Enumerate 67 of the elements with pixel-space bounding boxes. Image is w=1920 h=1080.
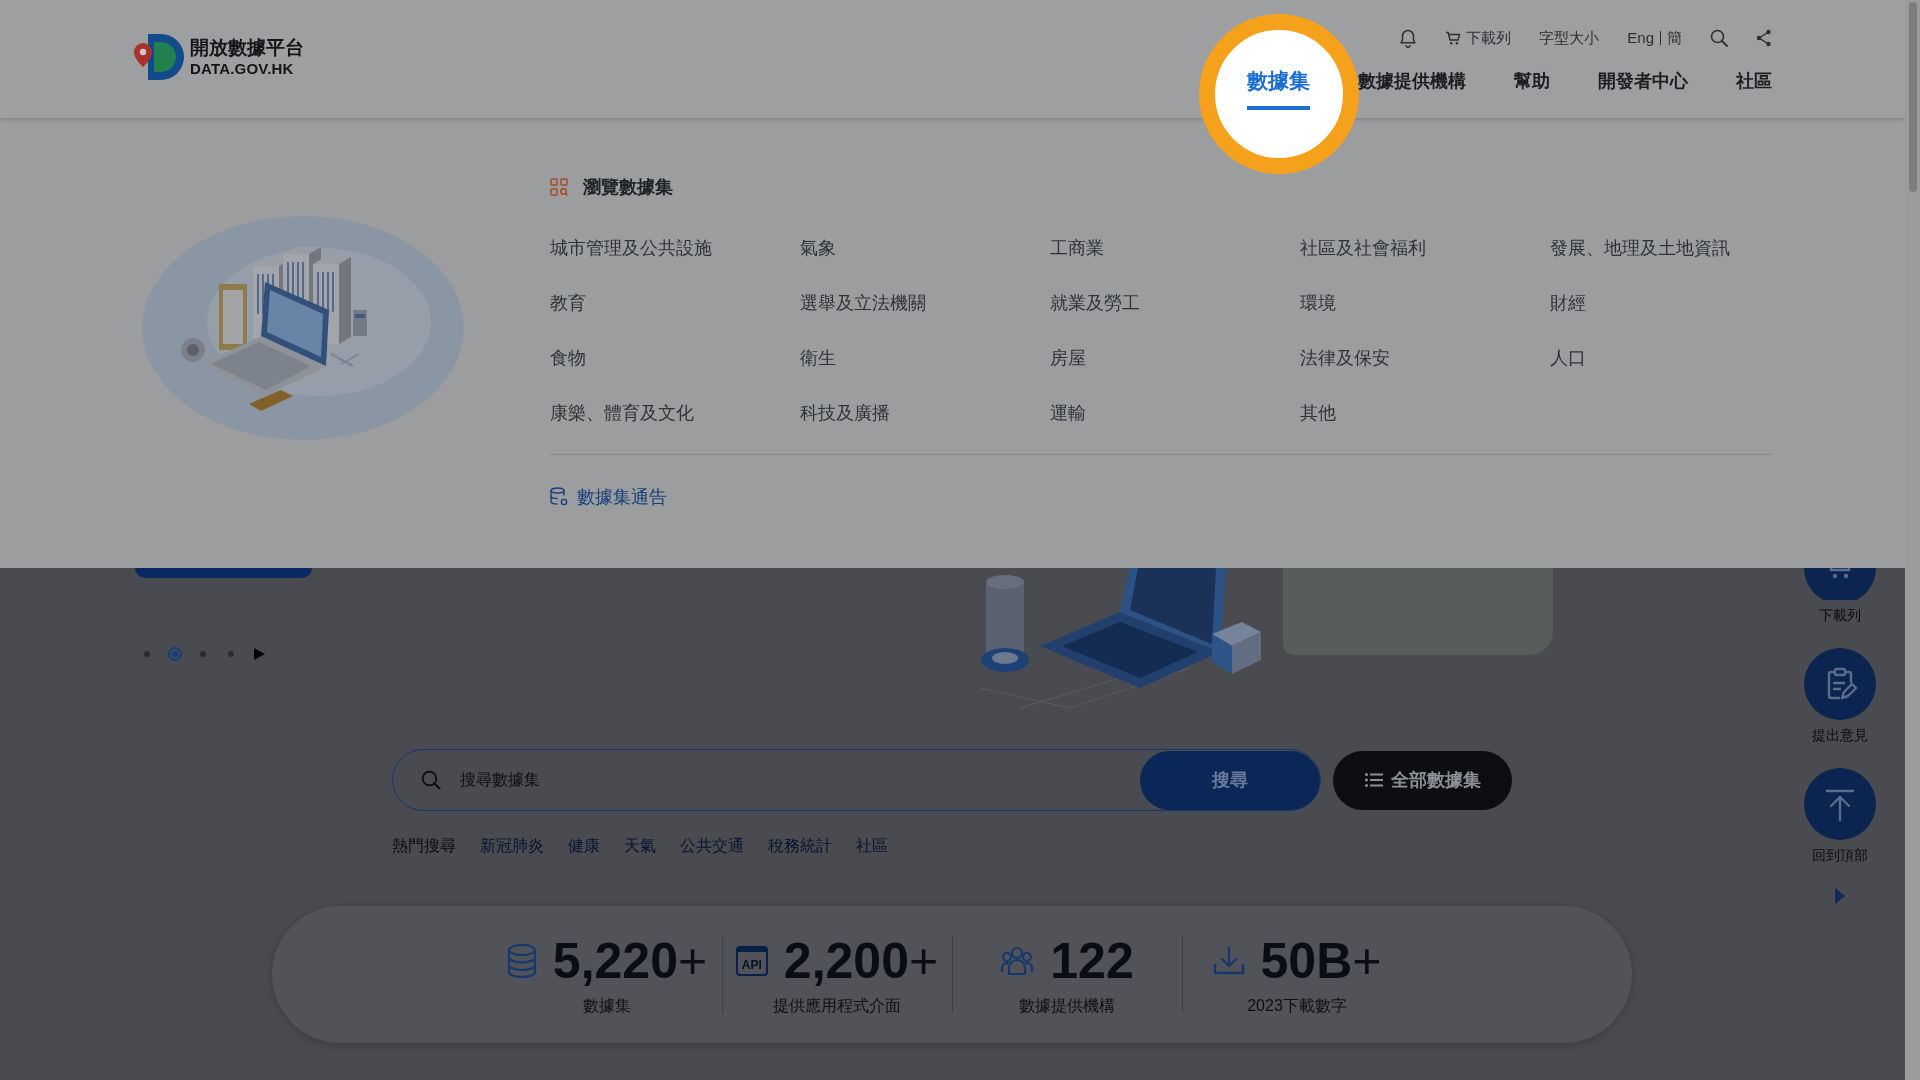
cart-icon — [1445, 30, 1462, 46]
search-icon — [421, 770, 441, 790]
arrow-up-icon — [1804, 768, 1876, 840]
stat-value: 122 — [1050, 932, 1134, 989]
stat-value: 50B+ — [1260, 932, 1382, 989]
stat-value: 2,200+ — [783, 932, 939, 989]
logo-subtitle: DATA.GOV.HK — [190, 59, 295, 78]
scrollbar-thumb[interactable] — [1908, 2, 1917, 192]
carousel-dot[interactable] — [168, 647, 182, 661]
category-link[interactable]: 工商業 — [1050, 235, 1104, 260]
clipboard-pen-icon — [1804, 648, 1876, 720]
stat-value: 5,220+ — [552, 932, 708, 989]
stat-label: 提供應用程式介面 — [773, 995, 901, 1016]
nav-tab[interactable]: 社區 — [1736, 68, 1772, 110]
category-link[interactable]: 法律及保安 — [1300, 345, 1390, 370]
category-link[interactable]: 社區及社會福利 — [1300, 235, 1426, 260]
category-link[interactable]: 衛生 — [800, 345, 836, 370]
category-link[interactable]: 城市管理及公共設施 — [550, 235, 712, 260]
language-link[interactable]: Eng — [1627, 28, 1654, 48]
logo-title: 開放數據平台 — [190, 36, 304, 59]
api-icon: API — [735, 945, 768, 976]
nav-tab[interactable]: 開發者中心 — [1598, 68, 1688, 110]
category-link[interactable]: 環境 — [1300, 290, 1336, 315]
all-datasets-button[interactable]: 全部數據集 — [1333, 750, 1512, 810]
carousel-dot[interactable] — [200, 651, 206, 657]
font-size-button[interactable]: 字型大小 — [1539, 28, 1600, 48]
search-icon[interactable] — [1710, 29, 1728, 47]
category-link[interactable]: 教育 — [550, 290, 586, 315]
hero-button[interactable] — [135, 568, 312, 578]
database-icon — [506, 943, 537, 978]
bell-icon[interactable] — [1399, 28, 1418, 48]
search-button[interactable]: 搜尋 — [1140, 750, 1320, 810]
stat-label: 數據提供機構 — [1019, 995, 1115, 1016]
people-icon — [1000, 945, 1035, 976]
language-link[interactable]: 簡 — [1667, 28, 1682, 48]
share-icon[interactable] — [1756, 29, 1772, 47]
caret-right-icon[interactable] — [1835, 888, 1845, 904]
category-link[interactable]: 選舉及立法機關 — [800, 290, 926, 315]
category-link[interactable]: 發展、地理及土地資訊 — [1550, 235, 1730, 260]
stat-label: 2023下載數字 — [1247, 995, 1347, 1016]
list-icon — [1364, 773, 1383, 787]
download-list-link[interactable]: 下載列 — [1445, 28, 1512, 48]
stat-label: 數據集 — [583, 995, 631, 1016]
logo-icon[interactable] — [132, 31, 186, 83]
category-link[interactable]: 其他 — [1300, 400, 1336, 425]
category-link[interactable]: 人口 — [1550, 345, 1586, 370]
carousel-dot[interactable] — [228, 651, 234, 657]
nav-tab[interactable]: 幫助 — [1514, 68, 1550, 110]
category-link[interactable]: 科技及廣播 — [800, 400, 890, 425]
category-link[interactable]: 康樂、體育及文化 — [550, 400, 694, 425]
category-link[interactable]: 食物 — [550, 345, 586, 370]
menu-heading: 瀏覽數據集 — [583, 176, 673, 198]
category-link[interactable]: 運輸 — [1050, 400, 1086, 425]
category-link[interactable]: 就業及勞工 — [1050, 290, 1140, 315]
nav-tab[interactable]: 數據集 — [1247, 68, 1310, 110]
grid-icon — [550, 178, 568, 196]
category-link[interactable]: 氣象 — [800, 235, 836, 260]
play-icon[interactable] — [253, 648, 265, 660]
dataset-notice-link[interactable]: 數據集通告 — [550, 486, 667, 508]
nav-tab[interactable]: 數據提供機構 — [1358, 68, 1466, 110]
carousel-dot[interactable] — [144, 651, 150, 657]
hot-search-label: 熱門搜尋 — [392, 835, 456, 856]
cart-icon — [1804, 568, 1876, 600]
download-icon — [1212, 945, 1245, 976]
category-link[interactable]: 財經 — [1550, 290, 1586, 315]
category-link[interactable]: 房屋 — [1050, 345, 1086, 370]
database-icon — [550, 487, 568, 507]
